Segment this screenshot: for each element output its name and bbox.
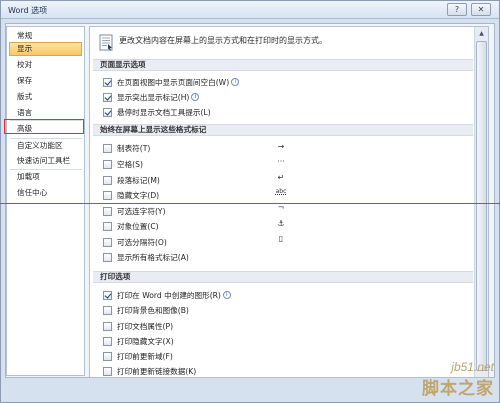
option-label: 打印前更新链接数据(K) [117,366,197,376]
nav-item-save[interactable]: 保存 [9,74,82,88]
option-object-anchors[interactable]: 对象位置(C) [103,220,159,232]
nav-item-general[interactable]: 常规 [9,29,82,43]
checkbox[interactable] [103,190,112,200]
window-title: Word 选项 [8,6,48,15]
checkbox[interactable] [103,143,112,153]
checkbox[interactable] [103,159,112,169]
option-print-properties[interactable]: 打印文档属性(P) [103,320,173,332]
hyphen-mark-icon: ¬ [277,203,285,212]
checkbox[interactable] [103,252,112,262]
checkbox[interactable] [103,92,112,102]
display-options-panel: 更改文档内容在屏幕上的显示方式和在打印时的显示方式。 页面显示选项 在页面视图中… [89,26,489,378]
nav-item-proofing[interactable]: 校对 [9,58,82,72]
checkbox[interactable] [103,77,112,87]
help-button[interactable]: ? [447,3,467,16]
option-label: 隐藏文字(D) [117,190,160,200]
watermark-name: 脚本之家 [422,379,494,399]
checkbox[interactable] [103,336,112,346]
nav-item-quick-access-toolbar[interactable]: 快速访问工具栏 [9,154,82,168]
option-label: 可选连字符(Y) [117,206,166,216]
close-button[interactable]: ✕ [471,3,491,16]
option-label: 可选分隔符(O) [117,237,167,247]
option-show-all-marks[interactable]: 显示所有格式标记(A) [103,251,189,263]
red-guide-line [0,203,500,204]
advanced-highlight-annotation [4,119,84,134]
option-print-hidden-text[interactable]: 打印隐藏文字(X) [103,335,174,347]
nav-item-language[interactable]: 语言 [9,106,82,120]
section-page-display: 页面显示选项 [93,59,473,71]
checkbox[interactable] [103,175,112,185]
checkbox[interactable] [103,221,112,231]
title-bar: Word 选项 ? ✕ [1,1,499,19]
info-icon: i [191,93,200,101]
option-label: 显示所有格式标记(A) [117,252,189,262]
site-watermark: jb51.net 脚本之家 [422,360,494,399]
tab-mark-icon: → [277,142,285,151]
scroll-up-arrow-icon[interactable]: ▲ [475,27,488,40]
option-label: 打印隐藏文字(X) [117,336,174,346]
option-label: 段落标记(M) [117,175,160,185]
option-label: 打印前更新域(F) [117,351,173,361]
option-optional-breaks[interactable]: 可选分隔符(O) [103,236,167,248]
option-label: 在页面视图中显示页面间空白(W) [117,77,230,87]
option-paragraph-marks[interactable]: 段落标记(M) [103,174,160,186]
checkbox[interactable] [103,206,112,216]
optional-break-icon: ▯ [278,234,284,243]
option-label: 打印文档属性(P) [117,321,174,331]
option-tab-characters[interactable]: 制表符(T) [103,142,150,154]
section-print-options: 打印选项 [93,271,473,283]
watermark-site: jb51.net [451,360,494,374]
checkbox[interactable] [103,351,112,361]
section-formatting-marks: 始终在屏幕上显示这些格式标记 [93,124,473,136]
word-options-window: Word 选项 ? ✕ 常规 显示 校对 保存 版式 语言 高级 自定义功能区 … [0,0,500,403]
option-spaces[interactable]: 空格(S) [103,158,143,170]
space-mark-icon: ··· [277,157,285,166]
nav-item-customize-ribbon[interactable]: 自定义功能区 [9,139,82,153]
hidden-text-mark-icon: abc [275,188,287,195]
anchor-icon: ⚓ [277,219,285,228]
option-optional-hyphens[interactable]: 可选连字符(Y) [103,205,166,217]
nav-item-add-ins[interactable]: 加载项 [9,170,82,184]
document-display-icon [99,34,113,51]
option-label: 打印背景色和图像(B) [117,305,189,315]
option-update-fields[interactable]: 打印前更新域(F) [103,350,173,362]
nav-item-display[interactable]: 显示 [9,42,82,56]
option-label: 显示突出显示标记(H) [117,92,190,102]
checkbox[interactable] [103,290,112,300]
option-label: 空格(S) [117,159,143,169]
nav-item-layout[interactable]: 版式 [9,90,82,104]
nav-item-trust-center[interactable]: 信任中心 [9,186,82,200]
info-icon: i [222,291,231,299]
options-nav: 常规 显示 校对 保存 版式 语言 高级 自定义功能区 快速访问工具栏 加载项 … [6,26,85,376]
checkbox[interactable] [103,107,112,117]
paragraph-mark-icon: ↵ [277,173,285,182]
option-label: 制表符(T) [117,143,151,153]
info-icon: i [231,78,240,86]
checkbox[interactable] [103,321,112,331]
option-show-highlighter[interactable]: 显示突出显示标记(H) i [103,91,200,103]
option-show-tooltips[interactable]: 悬停时显示文档工具提示(L) [103,106,211,118]
scroll-thumb[interactable] [476,41,487,371]
vertical-scrollbar[interactable]: ▲ [474,27,488,377]
option-update-linked-data[interactable]: 打印前更新链接数据(K) [103,365,196,377]
option-label: 打印在 Word 中创建的图形(R) [117,290,221,300]
checkbox[interactable] [103,305,112,315]
option-print-background[interactable]: 打印背景色和图像(B) [103,304,189,316]
option-label: 对象位置(C) [117,221,159,231]
checkbox[interactable] [103,366,112,376]
checkbox[interactable] [103,237,112,247]
panel-description: 更改文档内容在屏幕上的显示方式和在打印时的显示方式。 [119,36,327,45]
option-show-whitespace[interactable]: 在页面视图中显示页面间空白(W) i [103,76,240,88]
option-hidden-text[interactable]: 隐藏文字(D) [103,189,159,201]
option-label: 悬停时显示文档工具提示(L) [117,107,211,117]
option-print-drawings[interactable]: 打印在 Word 中创建的图形(R) i [103,289,231,301]
